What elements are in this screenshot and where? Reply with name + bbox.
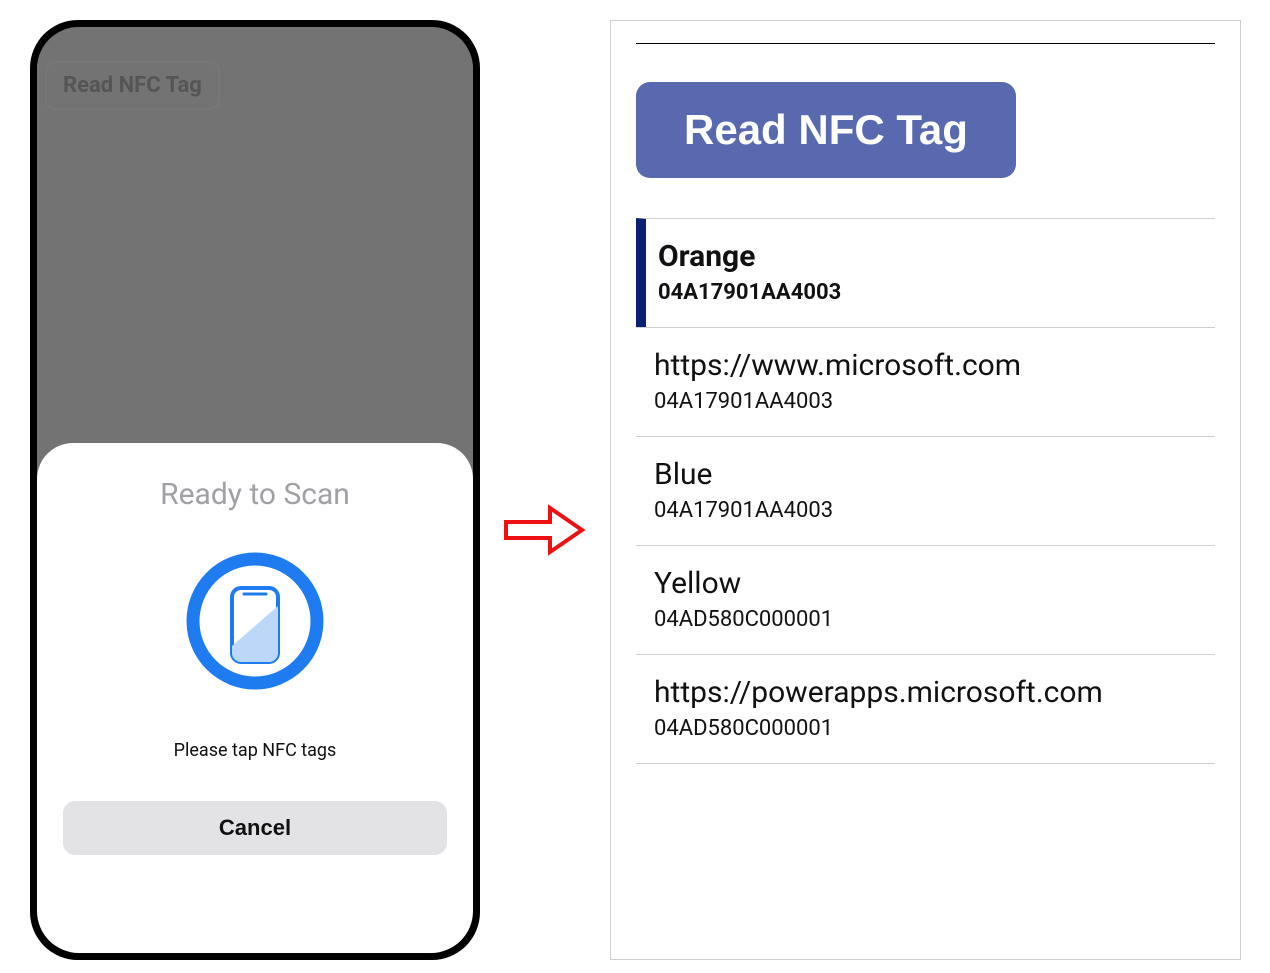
cancel-button[interactable]: Cancel bbox=[63, 801, 447, 855]
list-item-title: Orange bbox=[658, 239, 1205, 274]
list-item-subtitle: 04A17901AA4003 bbox=[654, 389, 1205, 414]
list-item[interactable]: https://www.microsoft.com 04A17901AA4003 bbox=[636, 327, 1215, 436]
list-item-subtitle: 04A17901AA4003 bbox=[654, 498, 1205, 523]
list-item-title: Blue bbox=[654, 457, 1205, 492]
cancel-button-label: Cancel bbox=[219, 815, 291, 840]
list-item-subtitle: 04A17901AA4003 bbox=[658, 280, 1205, 305]
read-nfc-button-background-label: Read NFC Tag bbox=[63, 73, 202, 98]
read-nfc-button-label: Read NFC Tag bbox=[684, 106, 968, 153]
phone-screen: Read NFC Tag Ready to Scan Please tap NF… bbox=[37, 27, 473, 953]
list-item-subtitle: 04AD580C000001 bbox=[654, 607, 1205, 632]
arrow-icon bbox=[502, 500, 586, 560]
list-item[interactable]: Orange 04A17901AA4003 bbox=[636, 218, 1215, 327]
nfc-scan-icon bbox=[180, 546, 330, 696]
list-item[interactable]: https://powerapps.microsoft.com 04AD580C0… bbox=[636, 654, 1215, 764]
nfc-scan-sheet: Ready to Scan Please tap NFC tags Cancel bbox=[37, 443, 473, 953]
list-item-title: https://powerapps.microsoft.com bbox=[654, 675, 1205, 710]
list-item-title: Yellow bbox=[654, 566, 1205, 601]
list-item[interactable]: Blue 04A17901AA4003 bbox=[636, 436, 1215, 545]
results-panel: Read NFC Tag Orange04A17901AA4003https:/… bbox=[610, 20, 1241, 960]
list-item-title: https://www.microsoft.com bbox=[654, 348, 1205, 383]
sheet-subtitle: Please tap NFC tags bbox=[174, 740, 337, 761]
read-nfc-button[interactable]: Read NFC Tag bbox=[636, 82, 1016, 178]
read-nfc-button-background: Read NFC Tag bbox=[45, 61, 220, 110]
sheet-title: Ready to Scan bbox=[160, 477, 350, 512]
list-item[interactable]: Yellow 04AD580C000001 bbox=[636, 545, 1215, 654]
list-item-subtitle: 04AD580C000001 bbox=[654, 716, 1205, 741]
nfc-results-list: Orange04A17901AA4003https://www.microsof… bbox=[636, 218, 1215, 764]
panel-divider bbox=[636, 43, 1215, 44]
phone-frame: Read NFC Tag Ready to Scan Please tap NF… bbox=[30, 20, 480, 960]
